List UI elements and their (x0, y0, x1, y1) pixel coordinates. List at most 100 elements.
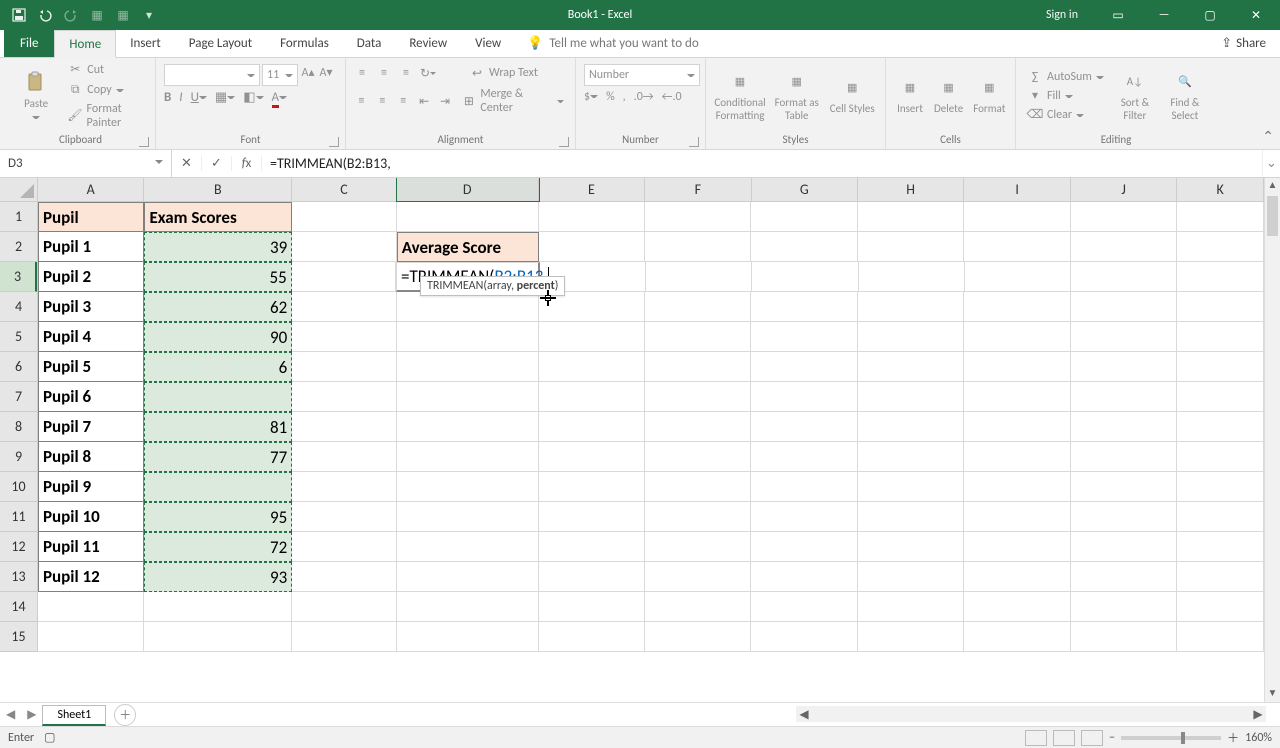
cell[interactable] (1177, 592, 1264, 622)
close-icon[interactable]: ✕ (1236, 0, 1276, 30)
dialog-launcher-icon[interactable] (689, 137, 699, 147)
cell[interactable] (38, 622, 144, 652)
zoom-level[interactable]: 160% (1245, 731, 1272, 745)
expand-formula-bar-icon[interactable]: ⌄ (1262, 150, 1280, 177)
scroll-right-icon[interactable]: ▶ (1250, 707, 1266, 722)
fill-color-button[interactable]: ◧ (243, 90, 263, 105)
cell[interactable] (397, 412, 539, 442)
increase-decimal-icon[interactable]: .0→ (634, 90, 654, 104)
qat-extra1-icon[interactable]: ▦ (86, 4, 108, 26)
align-center-icon[interactable]: ≡ (375, 93, 390, 109)
cell[interactable] (539, 322, 645, 352)
tab-review[interactable]: Review (395, 30, 461, 57)
cell[interactable] (751, 292, 857, 322)
cell[interactable]: 72 (144, 532, 292, 562)
cell[interactable] (144, 382, 292, 412)
orientation-icon[interactable]: ↻ (420, 65, 436, 81)
cell[interactable] (858, 352, 964, 382)
cell[interactable] (539, 382, 645, 412)
bold-button[interactable]: B (164, 90, 171, 105)
cell[interactable] (645, 562, 751, 592)
conditional-formatting-button[interactable]: ▦Conditional Formatting (714, 67, 766, 123)
cell[interactable] (397, 532, 539, 562)
row-header[interactable]: 12 (0, 532, 37, 562)
cell[interactable]: Pupil 2 (38, 262, 144, 292)
autosum-button[interactable]: ∑AutoSum (1024, 68, 1107, 86)
scroll-left-icon[interactable]: ◀ (796, 707, 812, 722)
scroll-down-icon[interactable]: ▼ (1265, 686, 1280, 702)
cell[interactable] (964, 502, 1070, 532)
zoom-in-button[interactable]: ＋ (1227, 729, 1239, 746)
row-header[interactable]: 10 (0, 472, 37, 502)
align-right-icon[interactable]: ≡ (396, 93, 411, 109)
cell[interactable] (1177, 262, 1264, 292)
cell[interactable] (292, 622, 396, 652)
border-button[interactable]: ▦ (215, 90, 235, 105)
cell-styles-button[interactable]: ▦Cell Styles (828, 73, 878, 117)
cell[interactable] (539, 532, 645, 562)
tab-page-layout[interactable]: Page Layout (175, 30, 266, 57)
cell[interactable] (1071, 292, 1177, 322)
merge-center-button[interactable]: ⊞Merge & Center (459, 86, 567, 116)
vertical-scrollbar[interactable]: ▲ ▼ (1264, 178, 1280, 702)
clear-button[interactable]: ⌫Clear (1024, 106, 1107, 124)
cell[interactable] (1177, 622, 1264, 652)
row-headers[interactable]: 123456789101112131415 (0, 202, 38, 652)
cell[interactable] (964, 292, 1070, 322)
align-top-icon[interactable]: ≡ (354, 65, 370, 81)
redo-icon[interactable] (60, 4, 82, 26)
cell[interactable] (1071, 622, 1177, 652)
column-header[interactable]: B (144, 178, 292, 201)
cell[interactable] (292, 382, 396, 412)
cell[interactable] (397, 592, 539, 622)
share-button[interactable]: ⇪Share (1207, 30, 1280, 57)
ribbon-display-icon[interactable]: ▭ (1098, 0, 1138, 30)
insert-cells-button[interactable]: ▦Insert (894, 73, 926, 117)
cell[interactable] (646, 262, 752, 292)
italic-button[interactable]: I (179, 90, 182, 105)
percent-button[interactable]: % (606, 90, 615, 104)
formula-input[interactable]: =TRIMMEAN(B2:B13, (262, 150, 1262, 177)
macro-record-icon[interactable]: ▢ (44, 730, 55, 745)
page-layout-view-button[interactable] (1053, 730, 1075, 746)
tab-formulas[interactable]: Formulas (266, 30, 343, 57)
cell[interactable] (858, 382, 964, 412)
cell[interactable] (645, 322, 751, 352)
cell[interactable] (1071, 442, 1177, 472)
cell[interactable] (397, 472, 539, 502)
cell[interactable]: Pupil 9 (38, 472, 144, 502)
cell[interactable] (539, 202, 645, 232)
insert-function-button[interactable]: fx (232, 156, 262, 171)
cell[interactable] (964, 412, 1070, 442)
column-header[interactable]: C (292, 178, 396, 201)
align-left-icon[interactable]: ≡ (354, 93, 369, 109)
row-header[interactable]: 8 (0, 412, 37, 442)
cell[interactable] (397, 502, 539, 532)
cell[interactable] (964, 232, 1070, 262)
cell[interactable]: 62 (144, 292, 292, 322)
cell[interactable] (292, 202, 396, 232)
row-header[interactable]: 5 (0, 322, 37, 352)
name-box[interactable]: D3 (0, 150, 172, 177)
indent-decrease-icon[interactable]: ⇤ (417, 93, 432, 109)
cell[interactable] (1071, 502, 1177, 532)
cell[interactable] (397, 292, 539, 322)
cell[interactable] (751, 412, 857, 442)
scroll-thumb[interactable] (1267, 196, 1278, 236)
cell[interactable] (144, 592, 292, 622)
decrease-font-icon[interactable]: A▾ (318, 64, 334, 80)
cell[interactable] (292, 532, 396, 562)
cell[interactable]: Pupil 3 (38, 292, 144, 322)
column-header[interactable]: A (38, 178, 144, 201)
cell[interactable] (964, 442, 1070, 472)
cell[interactable]: 6 (144, 352, 292, 382)
wrap-text-button[interactable]: ↩Wrap Text (466, 64, 541, 82)
cell[interactable] (292, 592, 396, 622)
cell[interactable] (292, 502, 396, 532)
normal-view-button[interactable] (1025, 730, 1047, 746)
cell[interactable] (539, 442, 645, 472)
cell[interactable]: Pupil 4 (38, 322, 144, 352)
cell[interactable] (539, 622, 645, 652)
cell[interactable]: Exam Scores (144, 202, 292, 232)
decrease-decimal-icon[interactable]: ←.0 (662, 90, 682, 104)
